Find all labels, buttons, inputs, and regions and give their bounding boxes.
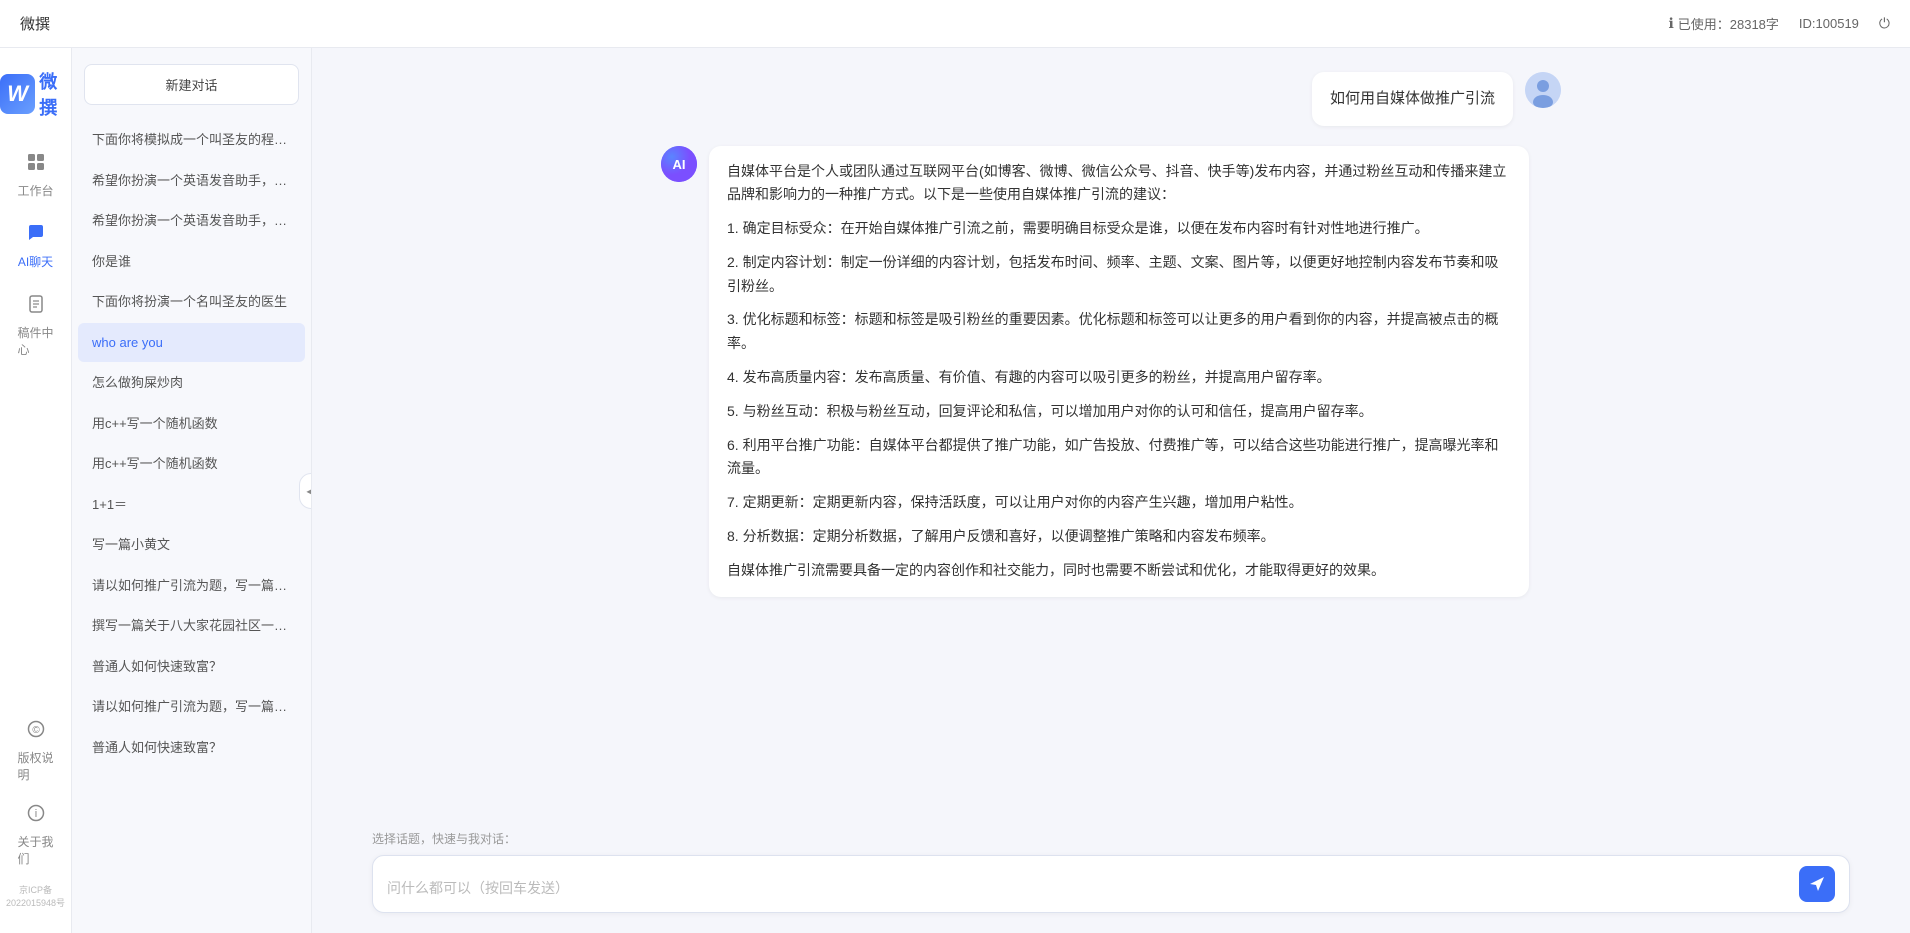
message-paragraph: 自媒体平台是个人或团队通过互联网平台(如博客、微博、微信公众号、抖音、快手等)发…: [727, 160, 1511, 208]
message-paragraph: 3. 优化标题和标签：标题和标签是吸引粉丝的重要因素。优化标题和标签可以让更多的…: [727, 308, 1511, 356]
logo-icon: W: [0, 74, 35, 114]
conversation-item[interactable]: who are you: [78, 323, 305, 363]
conversation-item[interactable]: 用c++写一个随机函数: [78, 404, 305, 444]
copyright-label: 版权说明: [18, 749, 54, 783]
conversation-item[interactable]: 你是谁: [78, 242, 305, 282]
topbar: 微撰 ℹ 已使用：28318字 ID:100519 ⏻: [0, 0, 1910, 48]
message-paragraph: 自媒体推广引流需要具备一定的内容创作和社交能力，同时也需要不断尝试和优化，才能取…: [727, 559, 1511, 583]
icp-text: 京ICP备2022015948号: [0, 879, 71, 913]
main-layout: W 微撰 工作台 AI聊天 稿件中心 ©: [0, 48, 1910, 933]
chat-input-area: 选择话题，快速与我对话：: [312, 818, 1910, 933]
input-box: [372, 855, 1850, 913]
topbar-right: ℹ 已使用：28318字 ID:100519 ⏻: [1668, 14, 1890, 33]
about-icon: i: [26, 803, 46, 829]
conversation-list: 下面你将模拟成一个叫圣友的程序员、我说...希望你扮演一个英语发音助手，我提供给…: [72, 115, 311, 933]
ai-chat-label: AI聊天: [18, 253, 53, 270]
draft-icon: [26, 294, 46, 320]
id-label: ID:100519: [1799, 16, 1859, 31]
sidebar-item-draft[interactable]: 稿件中心: [6, 286, 66, 366]
message-paragraph: 5. 与粉丝互动：积极与粉丝互动，回复评论和私信，可以增加用户对你的认可和信任，…: [727, 400, 1511, 424]
quick-topics-label: 选择话题，快速与我对话：: [372, 830, 1850, 847]
sidebar-item-about[interactable]: i 关于我们: [6, 795, 66, 875]
workbench-label: 工作台: [18, 182, 54, 199]
conversation-item[interactable]: 普通人如何快速致富？: [78, 647, 305, 687]
conversation-item[interactable]: 怎么做狗屎炒肉: [78, 363, 305, 403]
svg-text:i: i: [34, 808, 36, 820]
conversation-item[interactable]: 请以如何推广引流为题，写一篇大纲: [78, 687, 305, 727]
sidebar-item-workbench[interactable]: 工作台: [6, 144, 66, 207]
conversation-item[interactable]: 希望你扮演一个英语发音助手，我提供给你...: [78, 161, 305, 201]
conversation-item[interactable]: 1+1＝: [78, 485, 305, 525]
about-label: 关于我们: [18, 833, 54, 867]
message-bubble: 自媒体平台是个人或团队通过互联网平台(如博客、微博、微信公众号、抖音、快手等)发…: [709, 146, 1529, 597]
conversation-item[interactable]: 普通人如何快速致富？: [78, 728, 305, 768]
new-conversation-button[interactable]: 新建对话: [84, 64, 299, 105]
sidenav: W 微撰 工作台 AI聊天 稿件中心 ©: [0, 48, 72, 933]
message-paragraph: 7. 定期更新：定期更新内容，保持活跃度，可以让用户对你的内容产生兴趣，增加用户…: [727, 491, 1511, 515]
message-paragraph: 1. 确定目标受众：在开始自媒体推广引流之前，需要明确目标受众是谁，以便在发布内…: [727, 217, 1511, 241]
chat-messages: 如何用自媒体做推广引流 AI 自媒体平台是个人或团队通过互联网平台(如博客、微博、微…: [312, 48, 1910, 818]
conversation-item[interactable]: 希望你扮演一个英语发音助手，我提供给你...: [78, 201, 305, 241]
avatar: [1525, 72, 1561, 108]
avatar: AI: [661, 146, 697, 182]
svg-text:©: ©: [32, 725, 40, 736]
sidebar-item-ai-chat[interactable]: AI聊天: [6, 215, 66, 278]
svg-text:AI: AI: [673, 157, 686, 172]
topbar-title: 微撰: [20, 13, 1668, 34]
chat-area: 如何用自媒体做推广引流 AI 自媒体平台是个人或团队通过互联网平台(如博客、微博、微…: [312, 48, 1910, 933]
conversation-item[interactable]: 请以如何推广引流为题，写一篇大纲: [78, 566, 305, 606]
conversation-item[interactable]: 下面你将模拟成一个叫圣友的程序员、我说...: [78, 120, 305, 160]
message-paragraph: 6. 利用平台推广功能：自媒体平台都提供了推广功能，如广告投放、付费推广等，可以…: [727, 434, 1511, 482]
message-paragraph: 4. 发布高质量内容：发布高质量、有价值、有趣的内容可以吸引更多的粉丝，并提高用…: [727, 366, 1511, 390]
usage-info: ℹ 已使用：28318字: [1668, 14, 1778, 33]
conv-panel: 新建对话 下面你将模拟成一个叫圣友的程序员、我说...希望你扮演一个英语发音助手…: [72, 48, 312, 933]
draft-label: 稿件中心: [18, 324, 54, 358]
info-icon: ℹ: [1668, 15, 1673, 32]
nav-bottom: © 版权说明 i 关于我们 京ICP备2022015948号: [0, 711, 71, 913]
message-paragraph: 2. 制定内容计划：制定一份详细的内容计划，包括发布时间、频率、主题、文案、图片…: [727, 251, 1511, 299]
workbench-icon: [26, 152, 46, 178]
conversation-item[interactable]: 下面你将扮演一个名叫圣友的医生: [78, 282, 305, 322]
conversation-item[interactable]: 撰写一篇关于八大家花园社区一刻钟便民生...: [78, 606, 305, 646]
conversation-item[interactable]: 写一篇小黄文: [78, 525, 305, 565]
send-button[interactable]: [1799, 866, 1835, 902]
message-paragraph: 8. 分析数据：定期分析数据，了解用户反馈和喜好，以便调整推广策略和内容发布频率…: [727, 525, 1511, 549]
copyright-icon: ©: [26, 719, 46, 745]
message-bubble: 如何用自媒体做推广引流: [1312, 72, 1513, 126]
sidebar-item-copyright[interactable]: © 版权说明: [6, 711, 66, 791]
power-icon[interactable]: ⏻: [1879, 15, 1890, 32]
logo-text: 微撰: [39, 68, 71, 120]
chat-input[interactable]: [387, 878, 1789, 902]
collapse-panel-button[interactable]: ◀: [299, 473, 312, 509]
message-row: 如何用自媒体做推广引流: [661, 72, 1561, 126]
ai-chat-icon: [26, 223, 46, 249]
logo: W 微撰: [0, 68, 71, 120]
message-row: AI 自媒体平台是个人或团队通过互联网平台(如博客、微博、微信公众号、抖音、快手等…: [661, 146, 1561, 597]
usage-label: 已使用：28318字: [1678, 14, 1779, 33]
conversation-item[interactable]: 用c++写一个随机函数: [78, 444, 305, 484]
